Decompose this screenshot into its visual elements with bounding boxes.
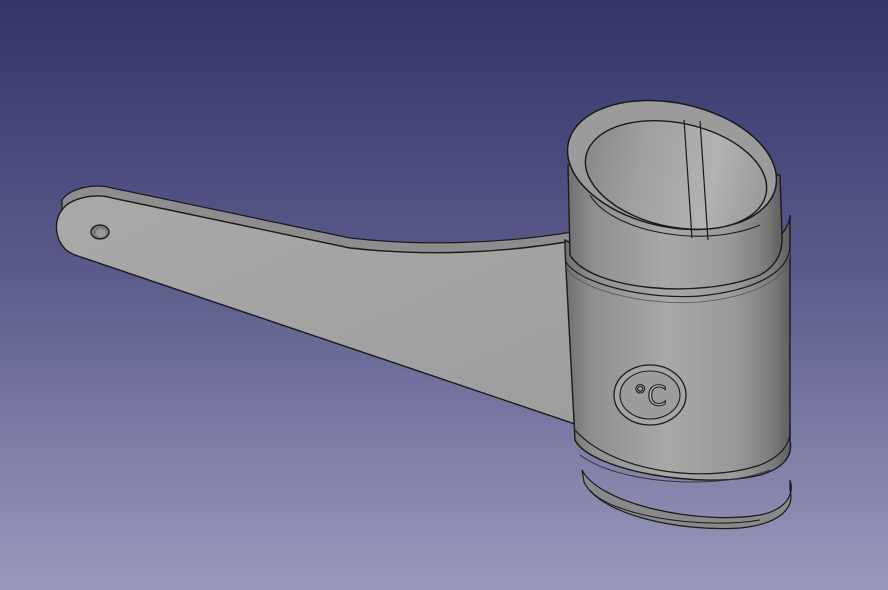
emblem-glyph: °C	[633, 379, 667, 412]
3d-viewport[interactable]: °C	[0, 0, 888, 590]
cad-model[interactable]: °C	[0, 0, 888, 590]
bracket-arm	[55, 185, 579, 426]
top-collar	[566, 99, 783, 290]
temperature-emblem: °C	[613, 364, 687, 426]
